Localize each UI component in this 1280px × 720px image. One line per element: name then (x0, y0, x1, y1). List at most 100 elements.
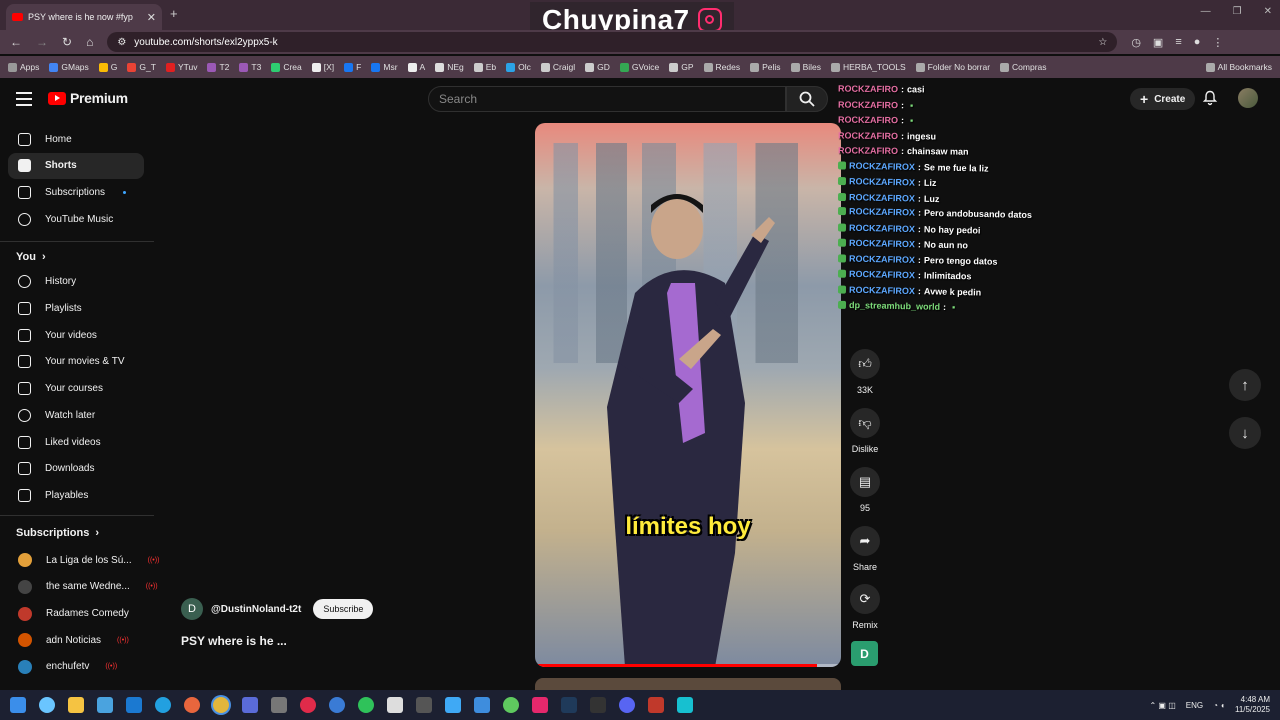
app-icon[interactable] (271, 697, 287, 713)
profile-icon[interactable]: ● (1194, 36, 1201, 49)
forward-icon[interactable]: → (36, 35, 48, 49)
reload-icon[interactable]: ↻ (62, 35, 72, 49)
menu-icon[interactable]: ⋮ (1212, 36, 1223, 49)
sidebar-item-subscriptions[interactable]: Subscriptions (8, 179, 144, 205)
youtube-logo[interactable]: Premium (48, 90, 128, 106)
chrome-icon[interactable] (213, 697, 229, 713)
bookmark-item[interactable]: YTuv (165, 62, 197, 72)
sidebar-item-home[interactable]: Home (8, 126, 144, 152)
bookmark-item[interactable]: Biles (790, 62, 821, 72)
close-window-icon[interactable]: ✕ (1264, 6, 1272, 17)
notifications-bell-icon[interactable] (1202, 90, 1218, 106)
subscribe-button[interactable]: Subscribe (313, 599, 374, 619)
sidebar-item-youtube-music[interactable]: YouTube Music (8, 206, 144, 232)
sidebar-item-shorts[interactable]: Shorts (8, 152, 144, 179)
whatsapp-icon[interactable] (358, 697, 374, 713)
bookmark-item[interactable]: HERBA_TOOLS (831, 62, 906, 72)
like-button[interactable]: 👍︎ (850, 349, 880, 379)
notes-icon[interactable] (445, 697, 461, 713)
bookmark-item[interactable]: NEg (435, 62, 464, 72)
remix-button[interactable]: ⟳ (850, 584, 880, 614)
sidebar-item-playables[interactable]: Playables (8, 482, 144, 508)
maximize-icon[interactable]: ❐ (1233, 6, 1242, 17)
channel-name[interactable]: @DustinNoland-t2t (211, 604, 301, 615)
teams-icon[interactable] (242, 697, 258, 713)
tray-icons[interactable]: ⌃ ▣ ◫ (1150, 701, 1176, 710)
bookmark-star-icon[interactable]: ☆ (1098, 37, 1107, 48)
firefox-icon[interactable] (184, 697, 200, 713)
start-icon[interactable] (10, 697, 26, 713)
bookmark-item[interactable]: Redes (703, 62, 740, 72)
bookmark-item[interactable]: Pelis (750, 62, 781, 72)
dislike-button[interactable]: 👎︎ (850, 408, 880, 438)
new-tab-button[interactable]: + (170, 6, 178, 21)
app-green-icon[interactable] (503, 697, 519, 713)
obs-icon[interactable] (416, 697, 432, 713)
clock[interactable]: 4:48 AM 11/5/2025 (1235, 695, 1270, 715)
bookmark-item[interactable]: GVoice (619, 62, 659, 72)
extensions-icon[interactable]: ≡ (1175, 36, 1181, 49)
site-info-icon[interactable]: ⚙ (117, 37, 126, 48)
language-indicator[interactable]: ENG (1186, 701, 1203, 710)
bookmark-item[interactable]: Apps (8, 62, 39, 72)
minimize-icon[interactable]: — (1201, 6, 1211, 17)
bookmark-item[interactable]: G (98, 62, 117, 72)
outlook-icon[interactable] (126, 697, 142, 713)
edge-icon[interactable] (155, 697, 171, 713)
copilot-icon[interactable] (39, 697, 55, 713)
back-icon[interactable]: ← (10, 35, 22, 49)
terminal-icon[interactable] (590, 697, 606, 713)
search-input[interactable]: Search (428, 86, 786, 112)
bookmark-item[interactable]: T3 (239, 62, 261, 72)
sidebar-item-downloads[interactable]: Downloads (8, 456, 144, 482)
all-bookmarks-button[interactable]: All Bookmarks (1205, 62, 1272, 72)
bookmark-item[interactable]: GD (585, 62, 610, 72)
file-explorer-icon[interactable] (68, 697, 84, 713)
browser-tab[interactable]: PSY where is he now #fyp ✕ (6, 4, 162, 30)
subscription-item[interactable]: adn Noticias ((•)) (8, 627, 144, 653)
next-short-button[interactable]: ↓ (1229, 417, 1261, 449)
you-section-header[interactable]: You › (16, 251, 46, 263)
subscription-item[interactable]: the same Wedne... ((•)) (8, 574, 158, 600)
bookmark-item[interactable]: Olc (506, 62, 531, 72)
bookmark-item[interactable]: GP (669, 62, 694, 72)
vpn-icon[interactable] (474, 697, 490, 713)
next-short-preview[interactable] (535, 678, 841, 690)
home-icon[interactable]: ⌂ (86, 35, 93, 49)
bookmark-item[interactable]: T2 (207, 62, 229, 72)
sidebar-item-watch-later[interactable]: Watch later (8, 402, 144, 428)
tab-search-icon[interactable]: ▣ (1153, 36, 1163, 49)
sidebar-item-history[interactable]: History (8, 269, 144, 295)
wifi-volume-icon[interactable]: ◔ ◖ (1213, 701, 1225, 710)
subscription-item[interactable]: enchufetv ((•)) (8, 654, 144, 680)
history-icon[interactable]: ◷ (1131, 36, 1141, 49)
notepad-icon[interactable] (387, 697, 403, 713)
bookmark-item[interactable]: Eb (473, 62, 496, 72)
subscription-item[interactable]: La Liga de los Sú... ((•)) (8, 547, 159, 573)
bookmark-item[interactable]: Folder No borrar (915, 62, 990, 72)
sidebar-item-your-videos[interactable]: Your videos (8, 322, 144, 348)
sidebar-item-playlists[interactable]: Playlists (8, 296, 144, 322)
sidebar-item-liked-videos[interactable]: Liked videos (8, 429, 144, 455)
channel-avatar-button[interactable]: D (851, 641, 878, 666)
sidebar-item-your-movies-tv[interactable]: Your movies & TV (8, 349, 144, 375)
short-video-player[interactable]: límites hoy (535, 123, 841, 667)
bookmark-item[interactable]: F (344, 62, 361, 72)
subscriptions-section-header[interactable]: Subscriptions › (16, 527, 99, 539)
bookmark-item[interactable]: GMaps (49, 62, 89, 72)
bookmark-item[interactable]: [X] (311, 62, 334, 72)
bookmark-item[interactable]: Msr (371, 62, 398, 72)
discord-icon[interactable] (619, 697, 635, 713)
bookmark-item[interactable]: A (407, 62, 425, 72)
bookmark-item[interactable]: G_T (127, 62, 156, 72)
store-icon[interactable] (97, 697, 113, 713)
bookmark-item[interactable]: Compras (1000, 62, 1047, 72)
stream-app-icon[interactable] (648, 697, 664, 713)
tiktok-icon[interactable] (532, 697, 548, 713)
media-icon[interactable] (300, 697, 316, 713)
previous-short-button[interactable]: ↑ (1229, 369, 1261, 401)
address-bar[interactable]: ⚙ youtube.com/shorts/exl2yppx5-k ☆ (107, 32, 1118, 52)
bluetooth-icon[interactable] (329, 697, 345, 713)
comments-button[interactable]: ▤ (850, 467, 880, 497)
search-button[interactable] (786, 86, 828, 112)
